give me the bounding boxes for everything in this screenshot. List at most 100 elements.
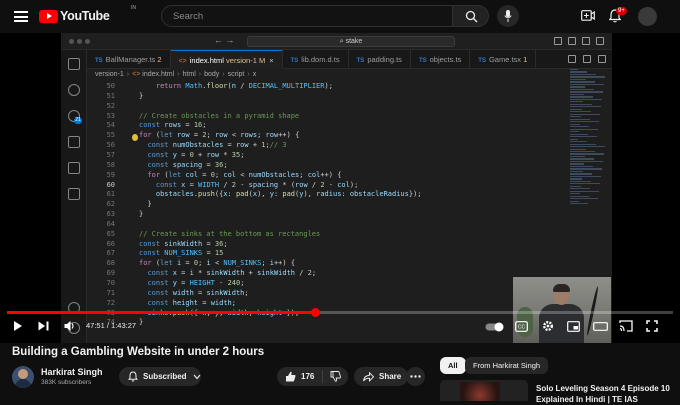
run-debug-icon bbox=[68, 136, 80, 148]
minimap-line bbox=[570, 96, 593, 98]
youtube-logo[interactable]: YouTube IN bbox=[39, 5, 136, 23]
code-line: 60 const x = WIDTH / 2 - spacing * (row … bbox=[87, 181, 612, 191]
theater-mode-icon[interactable] bbox=[593, 322, 608, 331]
settings-gear-icon[interactable] bbox=[542, 320, 554, 332]
search-input[interactable]: Search bbox=[161, 5, 453, 27]
minimap-line bbox=[570, 121, 599, 123]
share-button[interactable]: Share bbox=[354, 367, 408, 386]
minimap-line bbox=[570, 133, 588, 135]
code-line: 59 for (let col = 0; col < numObstacles;… bbox=[87, 171, 612, 181]
logo-text: YouTube bbox=[60, 9, 110, 23]
next-icon[interactable] bbox=[38, 321, 49, 331]
minimap-line bbox=[570, 103, 592, 105]
voice-search-button[interactable] bbox=[497, 5, 519, 27]
subscribed-label: Subscribed bbox=[143, 372, 187, 381]
minimap-line bbox=[570, 160, 603, 163]
code-text: const height = width; bbox=[147, 298, 236, 307]
chip-all[interactable]: All bbox=[440, 357, 466, 374]
close-icon: × bbox=[269, 56, 274, 65]
minimap-line bbox=[570, 141, 587, 143]
recommendation-title[interactable]: Solo Leveling Season 4 Episode 10 Explai… bbox=[536, 383, 676, 405]
volume-icon[interactable] bbox=[64, 320, 76, 332]
minimap-line bbox=[570, 138, 578, 140]
code-text: const x = i * sinkWidth + sinkWidth / 2; bbox=[147, 269, 317, 278]
line-number: 51 bbox=[106, 91, 115, 100]
code-line: 64 bbox=[87, 220, 612, 230]
miniplayer-icon[interactable] bbox=[567, 321, 580, 332]
search-icon bbox=[465, 10, 478, 23]
code-text: for (let col = 0; col < numObstacles; co… bbox=[147, 170, 342, 179]
play-icon[interactable] bbox=[13, 320, 23, 332]
line-number: 55 bbox=[106, 131, 115, 140]
more-actions-button[interactable] bbox=[406, 367, 425, 386]
more-horizontal-icon bbox=[410, 375, 421, 378]
code-text: const NUM_SINKS = 15 bbox=[139, 249, 224, 258]
minimap-line bbox=[570, 200, 579, 202]
line-number: 66 bbox=[106, 239, 115, 248]
subtitles-icon[interactable]: CC bbox=[515, 321, 528, 332]
typescript-icon: TS bbox=[356, 58, 365, 64]
minimap-line bbox=[570, 153, 604, 155]
typescript-icon: TS bbox=[478, 58, 486, 64]
minimap-line bbox=[570, 175, 601, 178]
cast-icon[interactable] bbox=[619, 320, 633, 332]
fullscreen-icon[interactable] bbox=[646, 320, 658, 332]
search-button[interactable] bbox=[453, 5, 489, 27]
chip-from-channel[interactable]: From Harkirat Singh bbox=[465, 357, 549, 374]
code-line: 63} bbox=[87, 210, 612, 220]
progress-bar[interactable] bbox=[7, 308, 673, 317]
minimap-line bbox=[570, 185, 581, 187]
code-text: // Create sinks at the bottom as rectang… bbox=[139, 229, 321, 238]
minimap-line bbox=[570, 136, 597, 138]
code-line: 68 for (let i = 0; i < NUM_SINKS; i++) { bbox=[87, 259, 612, 269]
editor-tabs: TS BallManager.ts 2 <> index.html version-… bbox=[87, 50, 612, 69]
account-avatar[interactable] bbox=[638, 7, 657, 26]
video-title: Building a Gambling Website in under 2 h… bbox=[12, 346, 265, 358]
line-number: 56 bbox=[106, 141, 115, 150]
code-text: const spacing = 36; bbox=[147, 160, 228, 169]
explorer-icon bbox=[68, 58, 80, 70]
thumbs-down-icon[interactable] bbox=[330, 371, 341, 382]
line-number: 68 bbox=[106, 259, 115, 268]
autoplay-toggle[interactable] bbox=[485, 322, 505, 332]
minimap-line bbox=[570, 91, 603, 93]
channel-avatar[interactable] bbox=[12, 366, 34, 388]
video-player[interactable]: ← → ⌕ stake 21 TS BallManager.ts 2 <> inde… bbox=[0, 33, 680, 343]
code-line: 57 const y = 0 + row * 35; bbox=[87, 151, 612, 161]
code-text: } bbox=[139, 210, 144, 219]
thumbs-up-icon bbox=[286, 371, 296, 382]
code-text: // Create obstacles in a pyramid shape bbox=[139, 111, 300, 120]
line-number: 52 bbox=[106, 101, 115, 110]
minimap-line bbox=[570, 188, 590, 190]
chevron-down-icon bbox=[193, 374, 200, 379]
minimap-line bbox=[570, 86, 585, 88]
code-text: for (let i = 0; i < NUM_SINKS; i++) { bbox=[139, 259, 296, 268]
create-icon[interactable] bbox=[581, 10, 595, 21]
code-line: 52 bbox=[87, 102, 612, 112]
channel-name[interactable]: Harkirat Singh bbox=[41, 367, 103, 377]
line-number: 72 bbox=[106, 298, 115, 307]
code-line: 66 const sinkWidth = 36; bbox=[87, 240, 612, 250]
code-line: 50 return Math.floor(n / DECIMAL_MULTIPL… bbox=[87, 82, 612, 92]
minimap-line bbox=[570, 170, 583, 173]
recommendation-thumbnail[interactable] bbox=[440, 380, 528, 401]
line-number: 69 bbox=[106, 269, 115, 278]
tab-game: TS Game.tsx 1 bbox=[470, 50, 537, 69]
minimap-line bbox=[570, 190, 599, 192]
mic-icon bbox=[504, 10, 512, 22]
minimap-line bbox=[570, 195, 589, 197]
share-label: Share bbox=[379, 372, 402, 381]
source-control-badge: 21 bbox=[74, 117, 82, 124]
menu-icon[interactable] bbox=[14, 11, 28, 22]
minimap-line bbox=[570, 143, 596, 145]
like-button[interactable]: 176 bbox=[277, 370, 323, 383]
bell-icon bbox=[128, 371, 138, 382]
minimap-line bbox=[570, 123, 580, 125]
minimap-line bbox=[570, 111, 591, 113]
like-count: 176 bbox=[301, 372, 315, 381]
window-controls bbox=[69, 39, 90, 44]
minimap-line bbox=[570, 113, 600, 115]
webcam-overlay bbox=[513, 277, 611, 343]
line-number: 61 bbox=[106, 190, 115, 199]
subscribed-button[interactable]: Subscribed bbox=[119, 367, 201, 386]
